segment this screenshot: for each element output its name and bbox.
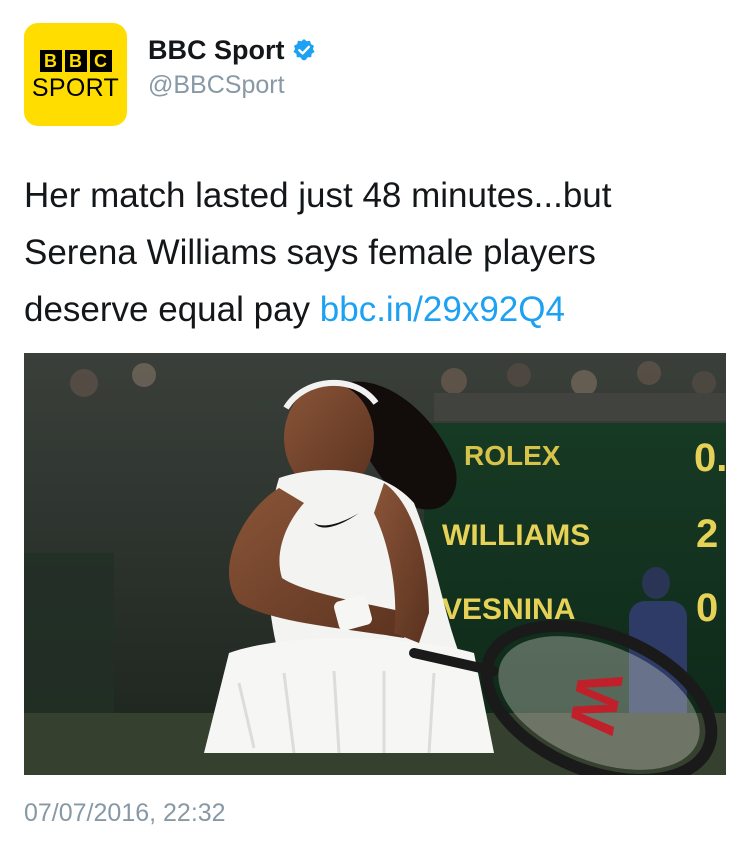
- scoreboard-score-2: 0: [696, 586, 718, 630]
- author-names: BBC Sport @BBCSport: [148, 33, 316, 102]
- scoreboard-brand: ROLEX: [464, 440, 561, 471]
- tweet-link[interactable]: bbc.in/29x92Q4: [320, 290, 565, 329]
- bbc-logo-letter-1: B: [39, 49, 62, 72]
- bbc-logo-letter-3: C: [89, 49, 112, 72]
- avatar-sport-word: SPORT: [31, 73, 120, 102]
- scoreboard-top-score: 0.: [694, 436, 726, 480]
- tweet-photo[interactable]: ROLEX 0. WILLIAMS 2 VESNINA 0 W: [24, 353, 726, 775]
- bbc-logo-letter-2: B: [64, 49, 87, 72]
- bbc-logo: B B C: [39, 49, 112, 72]
- scoreboard-score-1: 2: [696, 512, 718, 556]
- scoreboard-player-1: WILLIAMS: [442, 519, 590, 552]
- display-name[interactable]: BBC Sport: [148, 33, 285, 67]
- avatar[interactable]: B B C SPORT: [24, 22, 127, 126]
- tweet-timestamp[interactable]: 07/07/2016, 22:32: [24, 796, 226, 830]
- tweet-text: Her match lasted just 48 minutes...but S…: [24, 167, 724, 338]
- verified-badge-icon: [292, 38, 316, 62]
- tweet-header: B B C SPORT BBC Sport @BBCSport: [24, 22, 316, 126]
- spectator-head: [642, 567, 670, 599]
- player-skirt: [204, 638, 494, 753]
- author-handle[interactable]: @BBCSport: [148, 68, 316, 102]
- court-side-wall: [24, 553, 114, 713]
- display-name-row: BBC Sport: [148, 33, 316, 67]
